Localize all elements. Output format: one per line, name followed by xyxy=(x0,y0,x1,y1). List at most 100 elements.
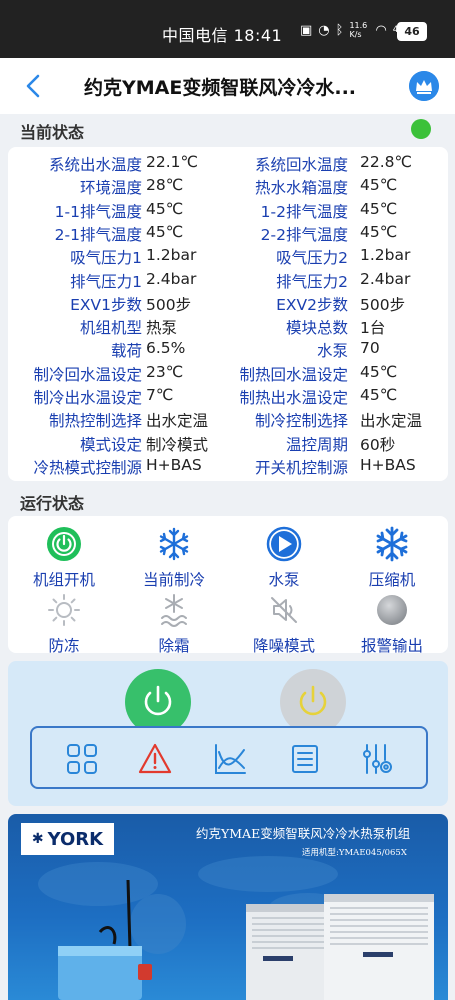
status-row: 冷热模式控制源 H+BAS 开关机控制源 H+BAS xyxy=(8,456,448,479)
status-label: 1-2排气温度 xyxy=(260,202,348,221)
run-label-defrost: 除霜 xyxy=(158,637,190,655)
run-item-cooling: 当前制冷 xyxy=(124,526,224,590)
carrier-time: 中国电信 18:41 xyxy=(162,26,283,45)
status-value: 500步 xyxy=(146,295,192,314)
product-banner: ✱ YORK 约克YMAE变频智联风冷冷水热泵机组 适用机型:YMAE045/0… xyxy=(8,814,448,1000)
status-card: 系统出水温度 22.1℃ 系统回水温度 22.8℃ 环境温度 28℃ 热水水箱温度 45℃ 1-… xyxy=(8,147,448,481)
defrost-icon xyxy=(161,594,187,627)
status-value: 22.8℃ xyxy=(360,153,412,171)
section-title-current-status: 当前状态 xyxy=(20,123,85,142)
warning-icon[interactable] xyxy=(138,742,172,776)
section-title-run-status: 运行状态 xyxy=(20,494,85,513)
status-row: 吸气压力1 1.2bar 吸气压力2 1.2bar xyxy=(8,246,448,269)
status-label: 2-1排气温度 xyxy=(54,225,142,244)
mute-icon xyxy=(271,597,297,623)
status-label: 制冷控制选择 xyxy=(254,412,348,431)
system-status-bar: 中国电信 18:41 ▣ ◔ ᛒ 11.6 K/s ◠ 4G ▮ 46 xyxy=(0,0,455,58)
status-value: 7℃ xyxy=(146,386,174,404)
chart-icon[interactable] xyxy=(213,742,247,776)
status-row: 制热控制选择 出水定温 制冷控制选择 出水定温 xyxy=(8,409,448,432)
alarm-dot-icon xyxy=(377,595,407,625)
status-row: 环境温度 28℃ 热水水箱温度 45℃ xyxy=(8,176,448,199)
status-value: 热泵 xyxy=(146,319,178,338)
run-item-antifreeze: 防冻 xyxy=(14,592,114,656)
page-title: 约克YMAE变频智联风冷冷水... xyxy=(84,77,357,99)
status-label: 冷热模式控制源 xyxy=(33,458,142,477)
status-value: 2.4bar xyxy=(360,269,411,288)
status-label: 模式设定 xyxy=(79,435,142,454)
online-status-dot xyxy=(411,119,431,139)
status-value: 28℃ xyxy=(146,176,184,195)
power-icon xyxy=(47,527,81,561)
status-value: H+BAS xyxy=(360,455,416,474)
status-label: 1-1排气温度 xyxy=(54,202,142,221)
status-label: 模块总数 xyxy=(285,319,348,338)
outdoor-unit-image xyxy=(246,894,434,1000)
bluetooth-icon: ᛒ xyxy=(335,22,344,38)
york-logo: ✱ YORK xyxy=(21,823,114,855)
status-label: 制冷出水温设定 xyxy=(33,389,142,407)
status-label: 制热回水温设定 xyxy=(239,365,348,384)
status-label: 系统出水温度 xyxy=(48,156,142,174)
status-label: 制冷回水温设定 xyxy=(33,365,142,384)
status-row: 载荷 6.5% 水泵 70 xyxy=(8,339,448,362)
status-label: 制热控制选择 xyxy=(48,412,142,431)
status-value: 6.5% xyxy=(146,339,186,358)
status-label: 制热出水温设定 xyxy=(239,389,348,407)
status-row: 制冷回水温设定 23℃ 制热回水温设定 45℃ xyxy=(8,363,448,386)
status-value: 70 xyxy=(360,339,380,358)
status-value: 60秒 xyxy=(360,435,396,454)
run-label-antifreeze: 防冻 xyxy=(48,637,80,655)
alarm-icon: ◔ xyxy=(318,22,330,38)
list-icon[interactable] xyxy=(288,742,322,776)
crown-icon[interactable] xyxy=(409,71,439,101)
status-row: 排气压力1 2.4bar 排气压力2 2.4bar xyxy=(8,270,448,293)
status-label: 排气压力2 xyxy=(276,272,348,291)
sun-icon xyxy=(48,594,80,626)
pump-icon xyxy=(266,526,302,562)
status-label: 环境温度 xyxy=(79,179,142,198)
status-value: 2.4bar xyxy=(146,269,197,288)
status-label: 吸气压力2 xyxy=(276,249,348,268)
run-item-alarm-output: 报警输出 xyxy=(342,592,442,656)
status-value: 45℃ xyxy=(360,386,398,404)
back-arrow-icon[interactable] xyxy=(20,72,46,100)
status-label: 机组机型 xyxy=(79,319,142,338)
status-value: 出水定温 xyxy=(146,412,209,431)
status-value: 23℃ xyxy=(146,362,184,381)
run-label-quiet-mode: 降噪模式 xyxy=(252,637,315,655)
app-header: 约克YMAE变频智联风冷冷水... xyxy=(0,58,455,114)
status-value: 1台 xyxy=(360,319,386,338)
status-label: 2-2排气温度 xyxy=(260,225,348,244)
run-item-pump: 水泵 xyxy=(234,526,334,590)
status-row: 模式设定 制冷模式 温控周期 60秒 xyxy=(8,433,448,456)
status-label: 排气压力1 xyxy=(70,272,142,291)
wifi-icon: ◠ xyxy=(375,22,387,38)
status-row: 机组机型 热泵 模块总数 1台 xyxy=(8,316,448,339)
status-label: 热水水箱温度 xyxy=(254,179,348,198)
banner-subtitle: 适用机型:YMAE045/065X xyxy=(302,848,407,858)
battery-indicator: 46 xyxy=(397,22,427,41)
net-speed: 11.6 K/s xyxy=(349,21,368,39)
status-row: 2-1排气温度 45℃ 2-2排气温度 45℃ xyxy=(8,223,448,246)
snowflake-icon xyxy=(159,527,189,561)
status-label: EXV1步数 xyxy=(70,295,142,314)
grid-icon[interactable] xyxy=(65,742,99,776)
snowflake-icon xyxy=(376,526,408,562)
run-label-alarm-output: 报警输出 xyxy=(360,637,423,655)
status-value: 22.1℃ xyxy=(146,153,198,171)
control-panel xyxy=(8,661,448,806)
status-value: 出水定温 xyxy=(360,412,423,431)
run-item-compressor: 压缩机 xyxy=(342,526,442,590)
status-value: 45℃ xyxy=(146,222,184,241)
settings-sliders-icon[interactable] xyxy=(361,742,395,776)
banner-title: 约克YMAE变频智联风冷冷水热泵机组 xyxy=(196,826,411,841)
status-row: 1-1排气温度 45℃ 1-2排气温度 45℃ xyxy=(8,200,448,223)
run-item-unit-on: 机组开机 xyxy=(14,526,114,590)
status-label: 吸气压力1 xyxy=(70,249,142,268)
status-value: 1.2bar xyxy=(360,246,411,265)
status-label: 温控周期 xyxy=(285,435,348,454)
status-value: 500步 xyxy=(360,295,406,314)
status-row: EXV1步数 500步 EXV2步数 500步 xyxy=(8,293,448,316)
status-value: 45℃ xyxy=(360,199,398,218)
